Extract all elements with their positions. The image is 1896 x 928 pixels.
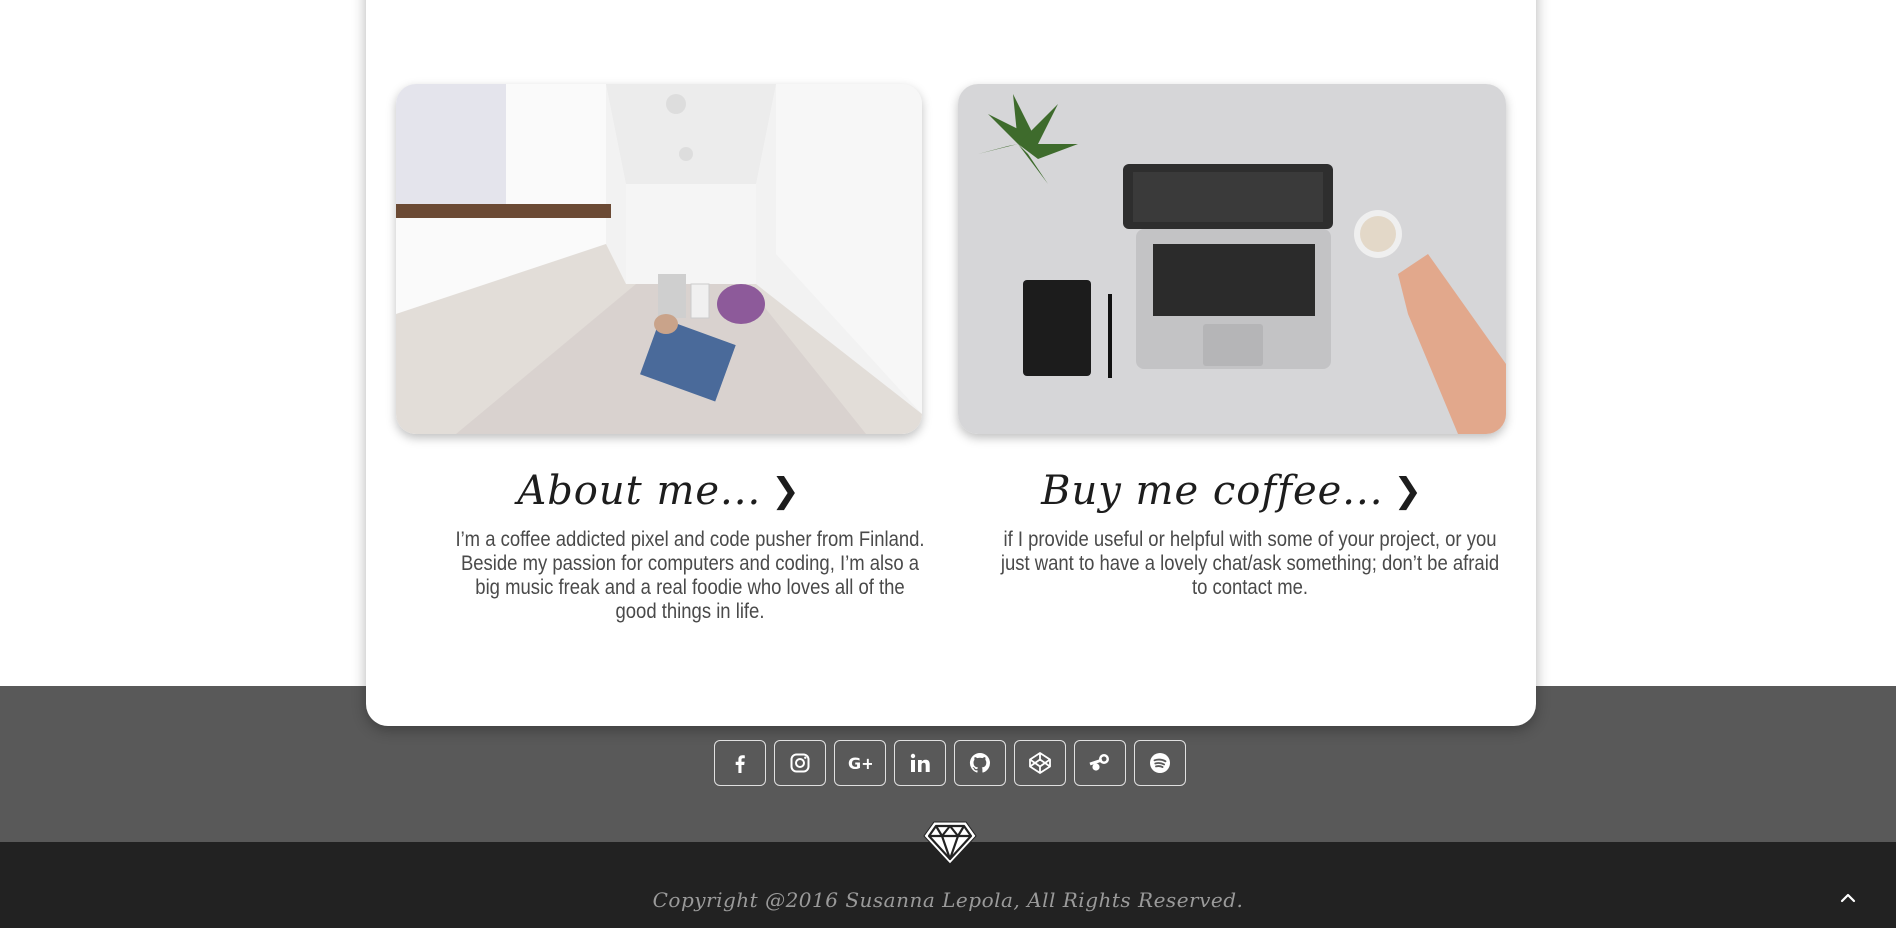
svg-text:G+: G+ — [848, 754, 872, 773]
buy-me-coffee-text: if I provide useful or helpful with some… — [1000, 528, 1500, 599]
github-button[interactable] — [954, 740, 1006, 786]
page: About me... ❯ Buy me coffee... ❯ I’m a cof… — [0, 0, 1896, 928]
buy-me-coffee-link[interactable]: Buy me coffee... ❯ — [958, 468, 1506, 514]
room-photo — [396, 84, 922, 434]
about-me-image[interactable] — [396, 84, 922, 434]
google-plus-icon: G+ — [848, 754, 872, 773]
chevron-right-icon: ❯ — [771, 471, 801, 511]
codepen-icon — [1029, 752, 1051, 774]
linkedin-button[interactable] — [894, 740, 946, 786]
chevron-up-icon[interactable] — [1836, 886, 1860, 910]
spotify-button[interactable] — [1134, 740, 1186, 786]
about-me-text: I’m a coffee addicted pixel and code pus… — [455, 528, 925, 623]
steam-icon — [1089, 754, 1109, 771]
social-links: G+ — [714, 740, 1186, 786]
linkedin-icon — [910, 753, 930, 772]
instagram-icon — [790, 753, 810, 773]
steam-button[interactable] — [1074, 740, 1126, 786]
google-plus-button[interactable]: G+ — [834, 740, 886, 786]
buy-me-coffee-image[interactable] — [958, 84, 1506, 434]
instagram-button[interactable] — [774, 740, 826, 786]
chevron-right-icon: ❯ — [1393, 471, 1423, 511]
copyright-text: Copyright @2016 Susanna Lepola, All Righ… — [652, 888, 1244, 912]
spotify-icon — [1150, 753, 1170, 773]
about-me-link[interactable]: About me... ❯ — [396, 468, 922, 514]
diamond-icon — [923, 821, 977, 865]
codepen-button[interactable] — [1014, 740, 1066, 786]
about-me-title: About me... — [517, 468, 762, 514]
facebook-icon — [735, 755, 745, 773]
buy-me-coffee-title: Buy me coffee... — [1041, 468, 1384, 514]
laptop-coffee-photo — [958, 84, 1506, 434]
github-icon — [969, 752, 990, 773]
facebook-button[interactable] — [714, 740, 766, 786]
